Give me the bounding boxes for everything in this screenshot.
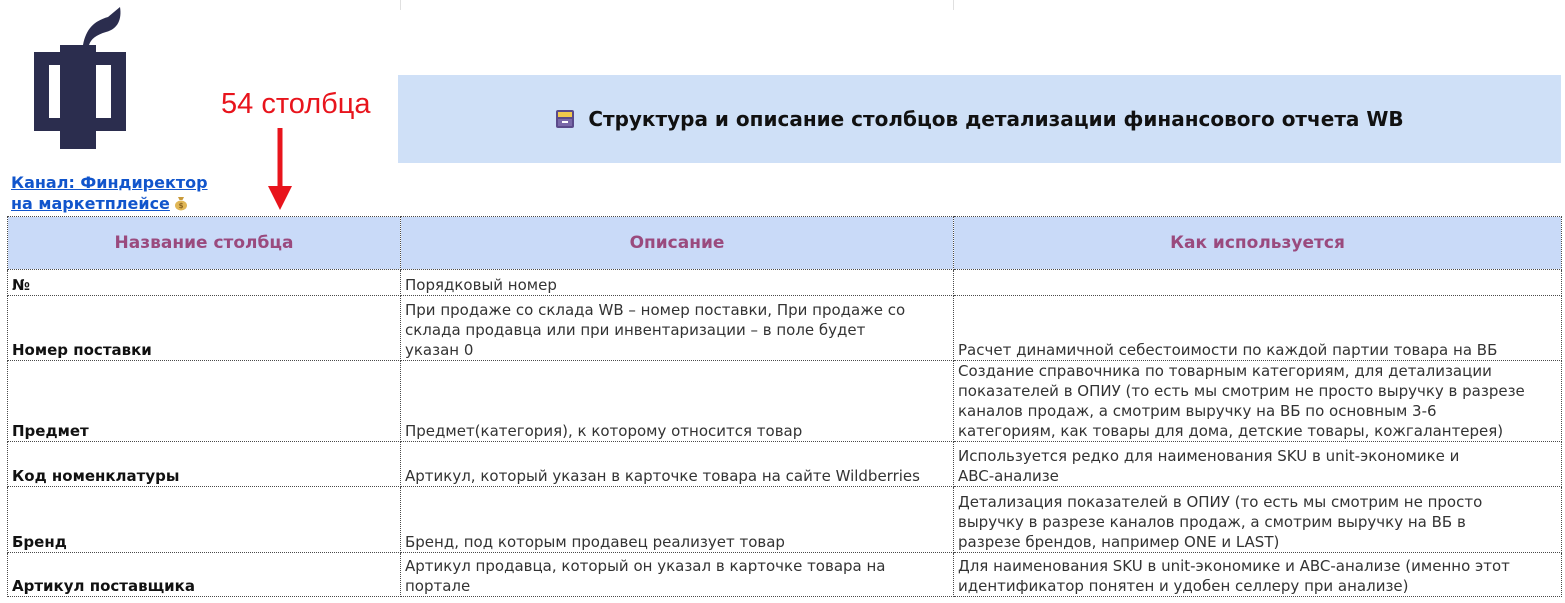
column-count-annotation: 54 столбца (221, 88, 371, 120)
header-description[interactable]: Описание (400, 216, 954, 270)
header-usage[interactable]: Как используется (953, 216, 1562, 270)
cell-line: Артикул продавца, который он указал в ка… (405, 557, 886, 575)
table-row: Артикул поставщика Артикул продавца, кот… (7, 552, 1562, 597)
cell-line: каналов продаж, а смотрим выручку на ВБ … (958, 402, 1437, 420)
header-column-name[interactable]: Название столбца (7, 216, 401, 270)
cell-description[interactable]: Бренд, под которым продавец реализует то… (400, 486, 954, 553)
cell-line: Бренд, под которым продавец реализует то… (405, 533, 785, 551)
cell-line: указан 0 (405, 341, 474, 359)
cell-line: Для наименования SKU в unit-экономике и … (958, 557, 1510, 575)
page-title: Структура и описание столбцов детализаци… (588, 107, 1404, 131)
cell-line: портале (405, 577, 471, 595)
cell-description[interactable]: Порядковый номер (400, 269, 954, 296)
findirector-logo (34, 7, 126, 149)
channel-link-line2: на маркетплейсе (11, 194, 170, 213)
cell-line: идентификатор понятен и удобен селлеру п… (958, 577, 1409, 595)
cell-line: Расчет динамичной себестоимости по каждо… (958, 341, 1498, 359)
columns-table: Название столбца Описание Как использует… (7, 216, 1562, 597)
cell-line: Предмет(категория), к которому относится… (405, 422, 803, 440)
cell-column-name[interactable]: Номер поставки (7, 295, 401, 361)
sheet-gridline (400, 0, 401, 10)
channel-link-line1: Канал: Финдиректор (11, 173, 208, 192)
table-row: Код номенклатуры Артикул, который указан… (7, 441, 1562, 487)
cell-usage[interactable]: Детализация показателей в ОПИУ (то есть … (953, 486, 1562, 553)
cell-line: При продаже со склада WB – номер поставк… (405, 301, 906, 319)
cell-usage[interactable] (953, 269, 1562, 296)
cell-line: Используется редко для наименования SKU … (958, 447, 1460, 465)
title-banner: Структура и описание столбцов детализаци… (398, 75, 1561, 163)
cell-column-name[interactable]: Артикул поставщика (7, 552, 401, 597)
cell-line: показателей в ОПИУ (то есть мы смотрим н… (958, 382, 1525, 400)
cell-column-name[interactable]: Предмет (7, 360, 401, 442)
table-row: № Порядковый номер (7, 269, 1562, 296)
cell-column-name[interactable]: Код номенклатуры (7, 441, 401, 487)
cell-usage[interactable]: Для наименования SKU в unit-экономике и … (953, 552, 1562, 597)
cell-line: склада продавца или при инвентаризации –… (405, 321, 866, 339)
cell-usage[interactable]: Используется редко для наименования SKU … (953, 441, 1562, 487)
cell-usage[interactable]: Создание справочника по товарным категор… (953, 360, 1562, 442)
cell-line: выручку в разрезе каналов продаж, а смот… (958, 513, 1466, 531)
cell-line: разрезе брендов, например ONE и LAST) (958, 533, 1280, 551)
table-row: Предмет Предмет(категория), к которому о… (7, 360, 1562, 442)
sheet-gridline (953, 0, 954, 10)
cell-column-name[interactable]: Бренд (7, 486, 401, 553)
cell-description[interactable]: Предмет(категория), к которому относится… (400, 360, 954, 442)
cell-line: Артикул, который указан в карточке товар… (405, 467, 920, 485)
cell-description[interactable]: Артикул, который указан в карточке товар… (400, 441, 954, 487)
card-file-box-icon (556, 110, 575, 128)
cell-column-name[interactable]: № (7, 269, 401, 296)
cell-description[interactable]: Артикул продавца, который он указал в ка… (400, 552, 954, 597)
table-row: Бренд Бренд, под которым продавец реализ… (7, 486, 1562, 553)
channel-link[interactable]: Канал: Финдиректор на маркетплейсе $ (11, 172, 241, 214)
cell-line: Создание справочника по товарным категор… (958, 362, 1492, 380)
cell-usage[interactable]: Расчет динамичной себестоимости по каждо… (953, 295, 1562, 361)
arrow-down-icon (268, 128, 292, 210)
table-header-row: Название столбца Описание Как использует… (7, 216, 1562, 270)
cell-line: Детализация показателей в ОПИУ (то есть … (958, 493, 1483, 511)
table-row: Номер поставки При продаже со склада WB … (7, 295, 1562, 361)
cell-description[interactable]: При продаже со склада WB – номер поставк… (400, 295, 954, 361)
svg-text:$: $ (178, 202, 183, 210)
cell-line: ABC-анализе (958, 467, 1059, 485)
cell-line: категориям, как товары для дома, детские… (958, 422, 1504, 440)
cell-line: Порядковый номер (405, 276, 557, 294)
money-bag-icon: $ (174, 197, 187, 211)
